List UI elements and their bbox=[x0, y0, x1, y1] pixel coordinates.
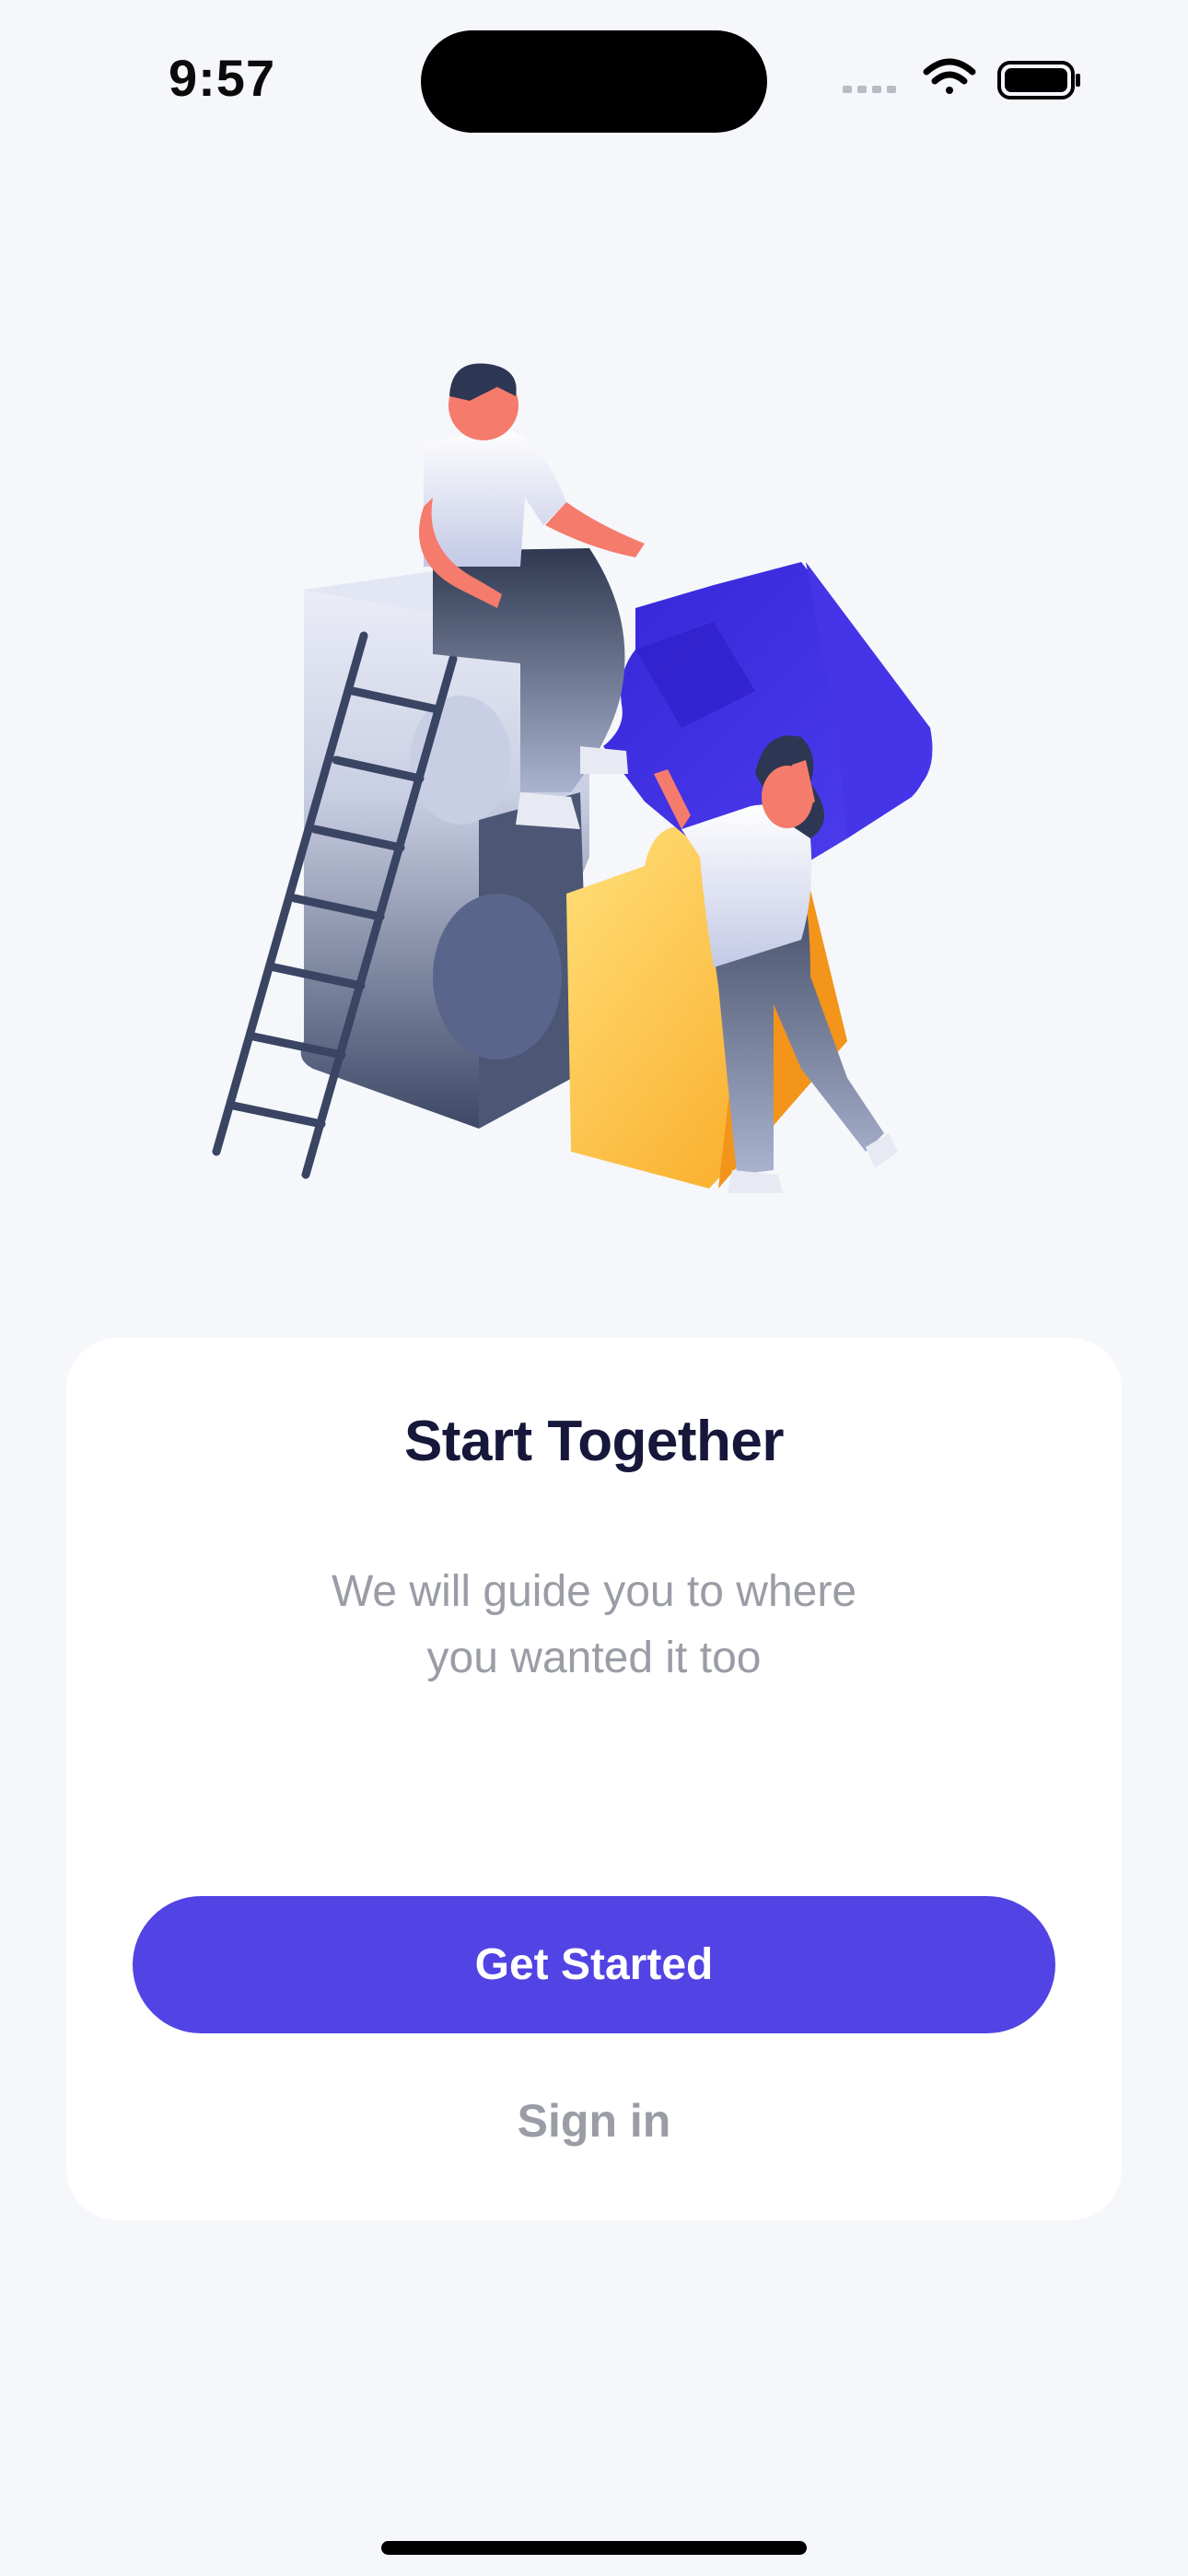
get-started-button[interactable]: Get Started bbox=[133, 1896, 1055, 2033]
onboarding-card: Start Together We will guide you to wher… bbox=[66, 1338, 1122, 2220]
page-title: Start Together bbox=[403, 1410, 785, 1473]
wifi-icon bbox=[923, 58, 976, 94]
status-bar: 9:57 bbox=[0, 0, 1188, 157]
onboarding-subtitle: We will guide you to where you wanted it… bbox=[272, 1559, 916, 1692]
dynamic-island bbox=[421, 30, 767, 133]
team-puzzle-illustration bbox=[212, 363, 933, 1193]
status-time: 9:57 bbox=[169, 49, 276, 107]
cellular-signal-icon bbox=[843, 86, 896, 93]
status-icons bbox=[843, 58, 1080, 100]
subtitle-line-1: We will guide you to where bbox=[331, 1567, 857, 1616]
home-indicator[interactable] bbox=[381, 2541, 807, 2555]
battery-icon bbox=[997, 61, 1080, 100]
subtitle-line-2: you wanted it too bbox=[426, 1633, 762, 1682]
sign-in-button[interactable]: Sign in bbox=[410, 2079, 778, 2162]
